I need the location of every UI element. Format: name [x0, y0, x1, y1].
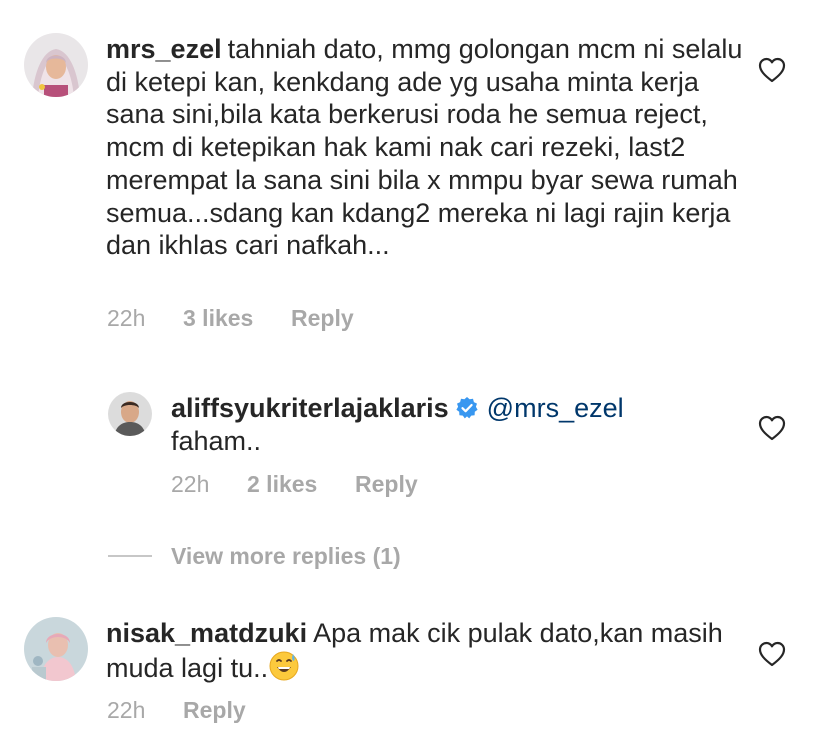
comment-text: nisak_matdzuki Apa mak cik pulak dato,kan… — [106, 617, 726, 684]
heart-outline-icon[interactable] — [758, 415, 786, 441]
verified-badge-icon — [456, 397, 478, 419]
likes-count[interactable]: 2 likes — [247, 471, 355, 498]
likes-count[interactable]: 3 likes — [183, 305, 291, 332]
comment-meta: 22h 3 likes Reply — [107, 305, 354, 332]
comment-meta: 22h Reply — [107, 697, 246, 724]
reply-username[interactable]: aliffsyukriterlajaklaris — [171, 393, 449, 423]
comment-time: 22h — [107, 697, 146, 723]
mention-link[interactable]: @mrs_ezel — [487, 393, 624, 423]
comment-username[interactable]: mrs_ezel — [106, 34, 222, 64]
avatar-aliffsyukri[interactable] — [108, 392, 152, 436]
heart-outline-icon[interactable] — [758, 641, 786, 667]
reply-button[interactable]: Reply — [183, 697, 246, 724]
comment-username[interactable]: nisak_matdzuki — [106, 618, 307, 648]
reply-text: aliffsyukriterlajaklaris @mrs_ezel faham.… — [171, 392, 731, 457]
comment-body: tahniah dato, mmg golongan mcm ni selalu… — [106, 34, 743, 261]
profile-photo-hijab-woman-icon — [24, 33, 88, 97]
avatar-nisak-matdzuki[interactable] — [24, 617, 88, 681]
grinning-face-with-sweat-emoji-icon — [269, 651, 299, 681]
reply-button[interactable]: Reply — [291, 305, 354, 332]
avatar-mrs-ezel[interactable] — [24, 33, 88, 97]
view-more-replies-button[interactable]: View more replies (1) — [171, 543, 401, 570]
comment-time: 22h — [107, 305, 146, 331]
comment-text: mrs_ezel tahniah dato, mmg golongan mcm n… — [106, 33, 746, 262]
replies-divider-line — [108, 555, 152, 557]
reply-meta: 22h 2 likes Reply — [171, 471, 418, 498]
heart-outline-icon[interactable] — [758, 57, 786, 83]
profile-photo-woman-icon — [24, 617, 88, 681]
profile-photo-man-icon — [108, 392, 152, 436]
reply-body: faham.. — [171, 425, 262, 456]
reply-button[interactable]: Reply — [355, 471, 418, 498]
reply-time: 22h — [171, 471, 210, 497]
